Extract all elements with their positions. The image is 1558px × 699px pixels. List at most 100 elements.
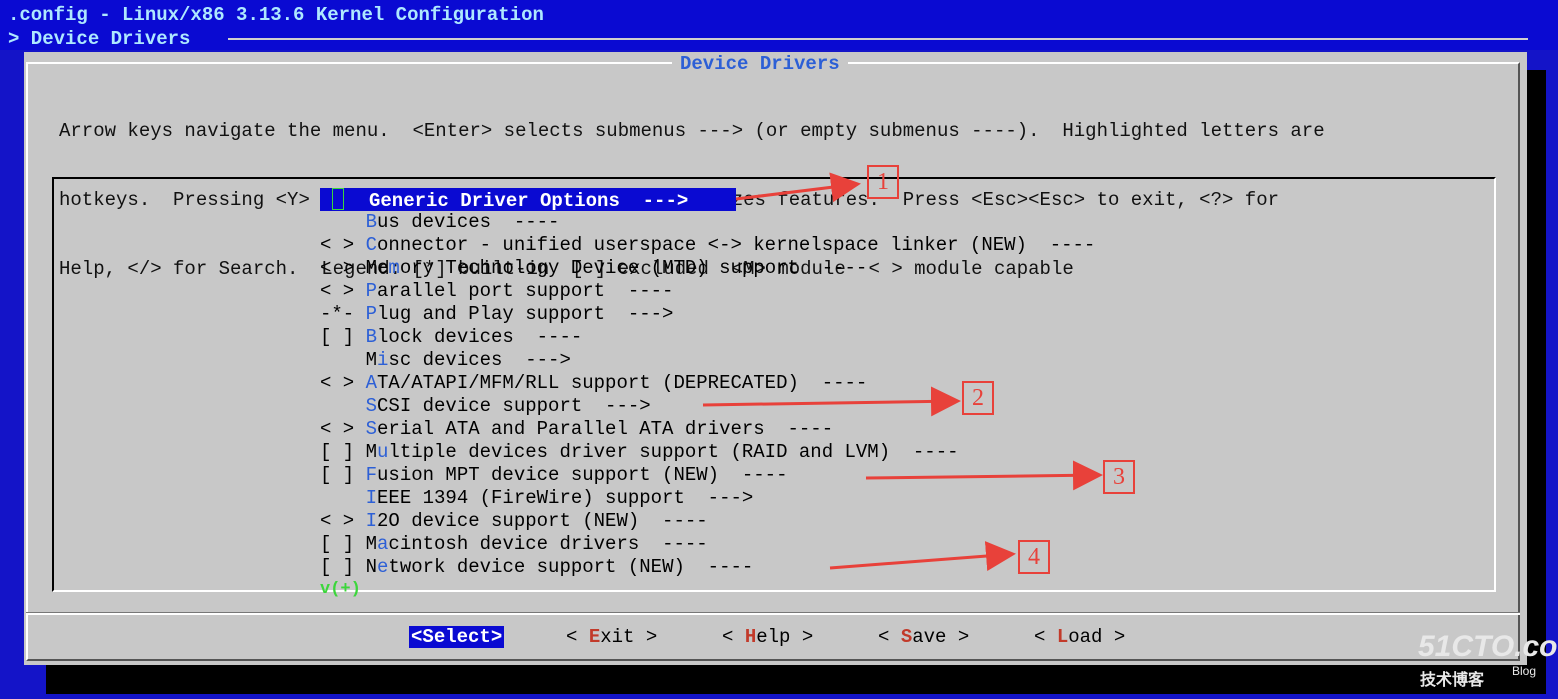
selection-cursor bbox=[332, 188, 344, 210]
menu-item[interactable]: [ ] Macintosh device drivers ---- bbox=[320, 533, 1095, 556]
button-hotkey: H bbox=[744, 626, 757, 648]
menu-item-hotkey: e bbox=[377, 556, 389, 578]
menu-item-state: [ ] bbox=[320, 533, 366, 555]
menu-item-state bbox=[320, 395, 366, 417]
button-label: oad bbox=[1068, 626, 1103, 648]
button-label: elp bbox=[756, 626, 791, 648]
button-bracket-open: < bbox=[722, 626, 745, 648]
breadcrumb-text: > Device Drivers bbox=[8, 28, 191, 50]
breadcrumb: > Device Drivers bbox=[8, 27, 190, 51]
xit-button[interactable]: < Exit > bbox=[566, 626, 657, 648]
menu-item[interactable]: IEEE 1394 (FireWire) support ---> bbox=[320, 487, 1095, 510]
menu-item[interactable]: Bus devices ---- bbox=[320, 211, 1095, 234]
button-bracket-close: > bbox=[790, 626, 814, 648]
button-separator bbox=[26, 612, 1520, 615]
button-label: xit bbox=[600, 626, 635, 648]
button-bracket-open: < bbox=[566, 626, 589, 648]
menu-item-label: lock devices ---- bbox=[377, 326, 583, 348]
menu-item-label-start: M bbox=[365, 349, 378, 371]
menu-item-label: twork device support (NEW) ---- bbox=[388, 556, 754, 578]
watermark-logo: 51CTO.com bbox=[1418, 630, 1558, 663]
menu-item-label-start: Me bbox=[365, 257, 389, 279]
button-bar: <Select> < Exit > < Help > < Save > < Load > bbox=[0, 626, 1558, 652]
menu-item-hotkey: a bbox=[377, 533, 389, 555]
menu-item[interactable]: < > Memory Technology Device (MTD) suppo… bbox=[320, 257, 1095, 280]
menu-item-hotkey: P bbox=[365, 280, 378, 302]
help-line: Arrow keys navigate the menu. <Enter> se… bbox=[59, 120, 1325, 142]
menu-item-label-start: N bbox=[365, 556, 378, 578]
menu-item-label: usion MPT device support (NEW) ---- bbox=[377, 464, 788, 486]
menu-item-hotkey: S bbox=[365, 418, 378, 440]
menu-item[interactable]: -*- Plug and Play support ---> bbox=[320, 303, 1095, 326]
menu-item[interactable]: < > Serial ATA and Parallel ATA drivers … bbox=[320, 418, 1095, 441]
annotation-label-2: 2 bbox=[962, 381, 994, 415]
menu-item-label: CSI device support ---> bbox=[377, 395, 651, 417]
menu-item-state: < > bbox=[320, 510, 366, 532]
menu-item-label: 2O device support (NEW) ---- bbox=[377, 510, 708, 532]
menu-item[interactable]: [ ] Block devices ---- bbox=[320, 326, 1095, 349]
more-items-indicator: v(+) bbox=[320, 580, 361, 599]
menu-item-hotkey: B bbox=[365, 211, 378, 233]
button-bracket-close: > bbox=[946, 626, 970, 648]
annotation-label-1: 1 bbox=[867, 165, 899, 199]
menu-item-state: [ ] bbox=[320, 464, 366, 486]
window-title: .config - Linux/x86 3.13.6 Kernel Config… bbox=[8, 4, 544, 26]
menu-item[interactable]: [ ] Network device support (NEW) ---- bbox=[320, 556, 1095, 579]
breadcrumb-rule bbox=[228, 38, 1528, 40]
menu-item-state: [ ] bbox=[320, 326, 366, 348]
menu-item[interactable]: Misc devices ---> bbox=[320, 349, 1095, 372]
dialog-title: Device Drivers bbox=[672, 53, 848, 75]
menu-item[interactable]: < > Parallel port support ---- bbox=[320, 280, 1095, 303]
menu-item-label-start: M bbox=[365, 533, 378, 555]
menu-item[interactable]: < > Connector - unified userspace <-> ke… bbox=[320, 234, 1095, 257]
menu-item[interactable]: < > I2O device support (NEW) ---- bbox=[320, 510, 1095, 533]
menu-item-hotkey: G bbox=[369, 190, 381, 212]
menu-item-hotkey: u bbox=[377, 441, 389, 463]
watermark-tag: Blog bbox=[1512, 664, 1537, 678]
menu-item-hotkey: A bbox=[365, 372, 378, 394]
elp-button[interactable]: < Help > bbox=[722, 626, 813, 648]
menu-item-label: onnector - unified userspace <-> kernels… bbox=[377, 234, 1096, 256]
menu-item[interactable]: Generic Driver Options ---> bbox=[320, 188, 736, 212]
menu-item-label: ltiple devices driver support (RAID and … bbox=[388, 441, 959, 463]
button-hotkey: S bbox=[900, 626, 913, 648]
menu-item[interactable]: [ ] Fusion MPT device support (NEW) ---- bbox=[320, 464, 1095, 487]
button-bracket-open: < bbox=[878, 626, 901, 648]
elect-button[interactable]: <Select> bbox=[409, 626, 505, 648]
menu-item-state bbox=[320, 211, 366, 233]
annotation-label-4: 4 bbox=[1018, 540, 1050, 574]
button-hotkey: S bbox=[422, 626, 434, 648]
menu-item-state: < > bbox=[320, 257, 366, 279]
menu-item-state: < > bbox=[320, 234, 366, 256]
menu-item-label: arallel port support ---- bbox=[377, 280, 674, 302]
menu-item-label: ory Technology Device (MTD) support ---- bbox=[399, 257, 868, 279]
oad-button[interactable]: < Load > bbox=[1034, 626, 1125, 648]
menu-item-hotkey: m bbox=[388, 257, 400, 279]
menu-item-state bbox=[320, 487, 366, 509]
button-bracket-close: > bbox=[634, 626, 658, 648]
menu-item-label: eneric Driver Options ---> bbox=[380, 190, 689, 212]
ave-button[interactable]: < Save > bbox=[878, 626, 969, 648]
menu-item-state: < > bbox=[320, 280, 366, 302]
menu-item-state: < > bbox=[320, 418, 366, 440]
button-bracket-open: < bbox=[411, 626, 423, 648]
menu-item-state: -*- bbox=[320, 303, 366, 325]
button-hotkey: E bbox=[588, 626, 601, 648]
button-bracket-close: > bbox=[1102, 626, 1126, 648]
button-bracket-close: > bbox=[490, 626, 503, 648]
menu-item-label: sc devices ---> bbox=[388, 349, 571, 371]
menu-item-label: erial ATA and Parallel ATA drivers ---- bbox=[377, 418, 834, 440]
menu-item-label: lug and Play support ---> bbox=[377, 303, 674, 325]
menu-item-state: < > bbox=[320, 372, 366, 394]
menu-item-hotkey: I bbox=[365, 487, 378, 509]
button-hotkey: L bbox=[1056, 626, 1069, 648]
menu-item-hotkey: i bbox=[377, 349, 389, 371]
menu-item-hotkey: P bbox=[365, 303, 378, 325]
watermark-subtitle: 技术博客 bbox=[1420, 672, 1485, 689]
button-label: ave bbox=[912, 626, 947, 648]
menu-item-state: [ ] bbox=[320, 556, 366, 578]
button-label: elect bbox=[433, 626, 491, 648]
menu-item[interactable]: [ ] Multiple devices driver support (RAI… bbox=[320, 441, 1095, 464]
menu-item-label-start: M bbox=[365, 441, 378, 463]
menu-item-hotkey: C bbox=[365, 234, 378, 256]
